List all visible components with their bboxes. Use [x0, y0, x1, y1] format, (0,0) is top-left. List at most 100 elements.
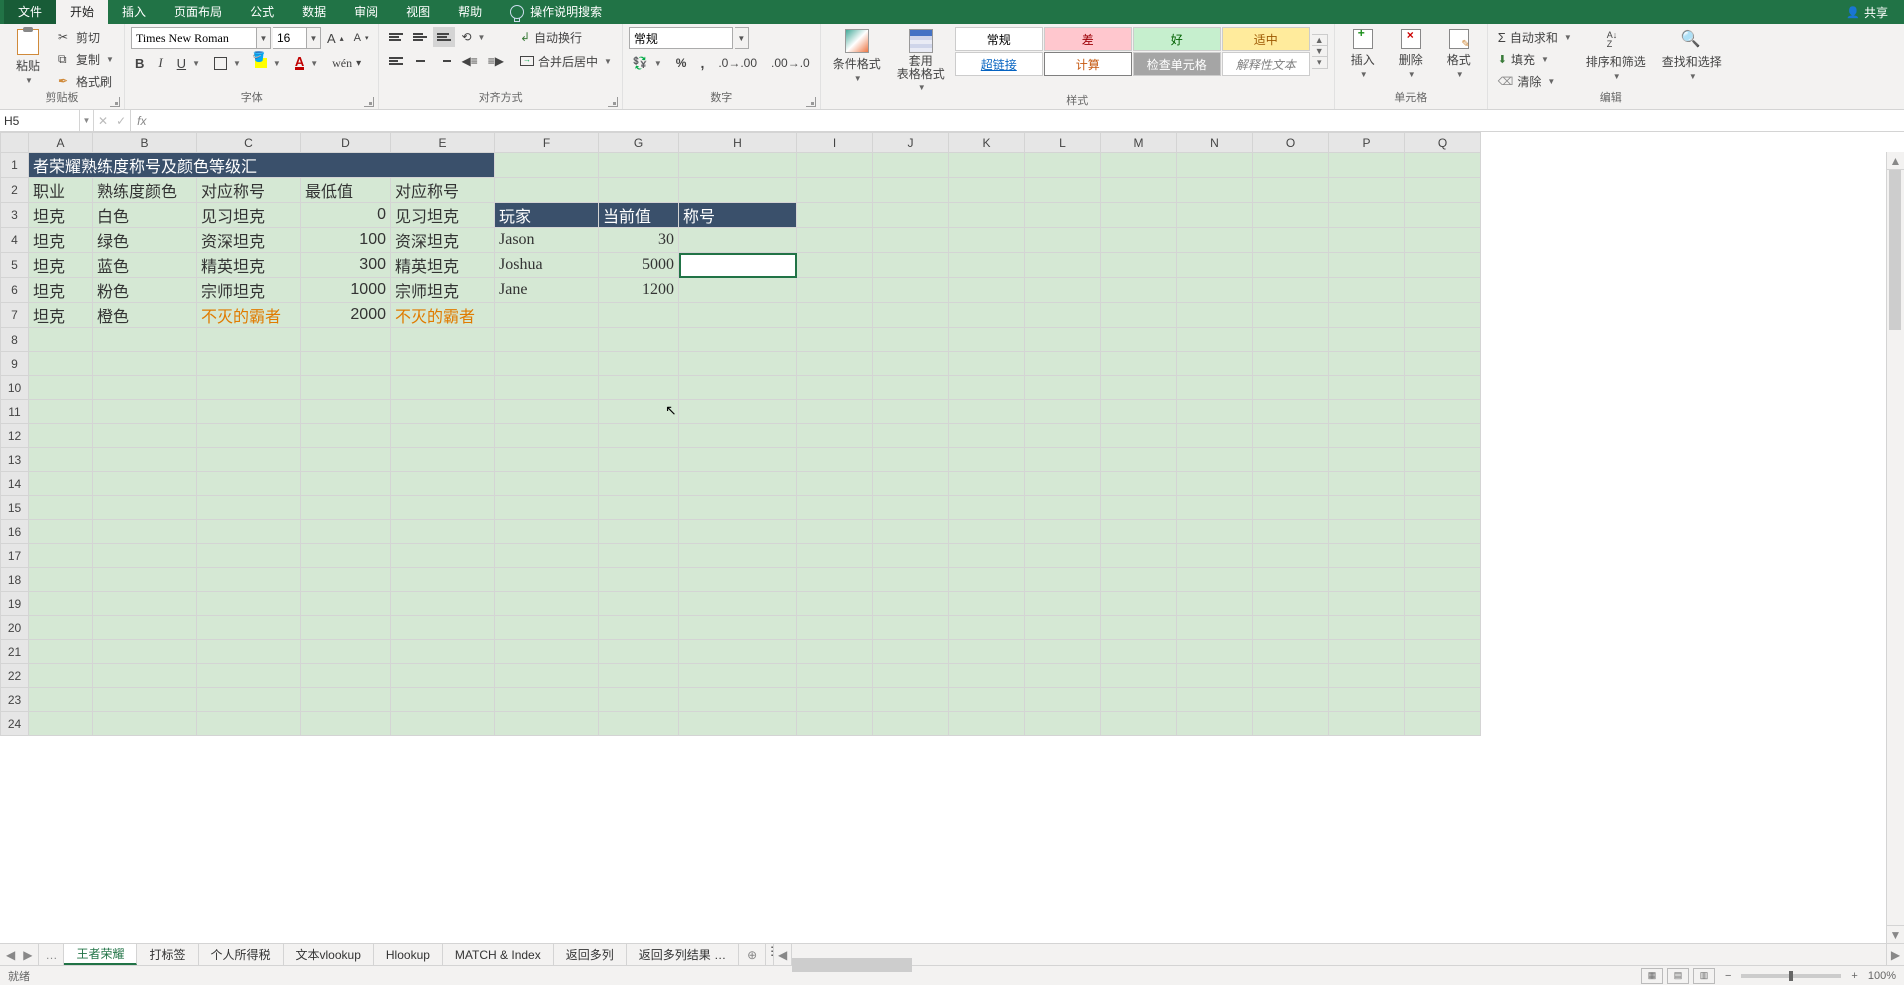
font-size-select[interactable]: ▼: [273, 27, 321, 49]
cell[interactable]: [495, 712, 599, 736]
row-header[interactable]: 15: [1, 496, 29, 520]
cell[interactable]: [1101, 328, 1177, 352]
cell[interactable]: [873, 568, 949, 592]
cell[interactable]: 2000: [301, 303, 391, 328]
cell[interactable]: [1101, 640, 1177, 664]
sheet-tab[interactable]: 返回多列结果 …: [627, 944, 739, 965]
column-header[interactable]: J: [873, 133, 949, 153]
cell[interactable]: [29, 328, 93, 352]
cell[interactable]: [1405, 472, 1481, 496]
cell[interactable]: [197, 472, 301, 496]
cell[interactable]: 精英坦克: [197, 253, 301, 278]
paste-button[interactable]: 粘贴 ▼: [6, 27, 50, 87]
grid-area[interactable]: ABCDEFGHIJKLMNOPQ 1者荣耀熟练度称号及颜色等级汇2职业熟练度颜…: [0, 132, 1904, 943]
row-header[interactable]: 18: [1, 568, 29, 592]
inc-decimal-button[interactable]: .0→.00: [714, 53, 761, 73]
view-pagebreak-button[interactable]: ▥: [1693, 968, 1715, 984]
cell[interactable]: [1253, 616, 1329, 640]
cell[interactable]: [29, 496, 93, 520]
cell[interactable]: [1329, 303, 1405, 328]
cell[interactable]: [93, 688, 197, 712]
vertical-scrollbar[interactable]: ▲ ▼: [1886, 152, 1904, 943]
cell[interactable]: [29, 376, 93, 400]
cell[interactable]: [949, 178, 1025, 203]
cell[interactable]: [949, 448, 1025, 472]
cell[interactable]: [1101, 253, 1177, 278]
cell[interactable]: [1025, 424, 1101, 448]
cell[interactable]: [949, 592, 1025, 616]
bold-button[interactable]: [131, 53, 148, 73]
cell[interactable]: [1253, 448, 1329, 472]
cell[interactable]: [949, 253, 1025, 278]
cell[interactable]: [301, 592, 391, 616]
cell[interactable]: [873, 640, 949, 664]
column-header[interactable]: E: [391, 133, 495, 153]
cell[interactable]: [679, 496, 797, 520]
cell[interactable]: [1405, 688, 1481, 712]
cell[interactable]: [679, 253, 797, 278]
cell[interactable]: 白色: [93, 203, 197, 228]
align-right-button[interactable]: [433, 51, 455, 71]
cell[interactable]: [1253, 424, 1329, 448]
column-header[interactable]: G: [599, 133, 679, 153]
sheet-tab[interactable]: 返回多列: [554, 944, 627, 965]
cell[interactable]: [1025, 712, 1101, 736]
tab-file[interactable]: 文件: [4, 0, 56, 24]
dec-decimal-button[interactable]: .00→.0: [767, 53, 814, 73]
cell[interactable]: [1101, 178, 1177, 203]
row-header[interactable]: 10: [1, 376, 29, 400]
font-shrink-button[interactable]: A▾: [350, 28, 373, 48]
cell[interactable]: [949, 520, 1025, 544]
cell[interactable]: [797, 496, 873, 520]
cell[interactable]: [301, 496, 391, 520]
cell[interactable]: [679, 568, 797, 592]
cell[interactable]: [495, 544, 599, 568]
zoom-level[interactable]: 100%: [1868, 970, 1896, 982]
row-header[interactable]: 23: [1, 688, 29, 712]
cell[interactable]: [1025, 688, 1101, 712]
row-header[interactable]: 20: [1, 616, 29, 640]
cell[interactable]: [1405, 352, 1481, 376]
cell[interactable]: [1025, 153, 1101, 178]
style-calc[interactable]: 计算: [1044, 52, 1132, 76]
cell[interactable]: [1405, 376, 1481, 400]
cell[interactable]: [949, 352, 1025, 376]
cell[interactable]: 见习坦克: [197, 203, 301, 228]
style-explain[interactable]: 解释性文本: [1222, 52, 1310, 76]
cell[interactable]: [391, 616, 495, 640]
column-header[interactable]: L: [1025, 133, 1101, 153]
cell[interactable]: [873, 178, 949, 203]
cell[interactable]: 1200: [599, 278, 679, 303]
cell[interactable]: [391, 712, 495, 736]
cell[interactable]: [495, 496, 599, 520]
chevron-down-icon[interactable]: ▼: [735, 27, 749, 49]
cell[interactable]: [301, 376, 391, 400]
sheet-tab[interactable]: 打标签: [137, 944, 198, 965]
cell[interactable]: [1329, 253, 1405, 278]
cell[interactable]: 0: [301, 203, 391, 228]
cell[interactable]: [599, 178, 679, 203]
cancel-formula-button[interactable]: ✕: [98, 114, 108, 128]
cell[interactable]: 当前值: [599, 203, 679, 228]
cell[interactable]: [93, 712, 197, 736]
cell[interactable]: [1101, 496, 1177, 520]
cell[interactable]: [301, 688, 391, 712]
cell[interactable]: [1253, 178, 1329, 203]
cell[interactable]: [797, 448, 873, 472]
cell[interactable]: [301, 472, 391, 496]
cell[interactable]: [1101, 472, 1177, 496]
cell[interactable]: [1253, 568, 1329, 592]
cell[interactable]: [93, 664, 197, 688]
font-name-select[interactable]: ▼: [131, 27, 271, 49]
cell[interactable]: [1177, 592, 1253, 616]
cell[interactable]: [1025, 520, 1101, 544]
cell[interactable]: [1253, 328, 1329, 352]
cell[interactable]: [391, 544, 495, 568]
row-header[interactable]: 9: [1, 352, 29, 376]
cell[interactable]: [1405, 178, 1481, 203]
cell[interactable]: [1177, 448, 1253, 472]
border-button[interactable]: ▼: [210, 53, 245, 73]
cell[interactable]: [873, 253, 949, 278]
cell[interactable]: [1329, 712, 1405, 736]
cell[interactable]: [797, 203, 873, 228]
